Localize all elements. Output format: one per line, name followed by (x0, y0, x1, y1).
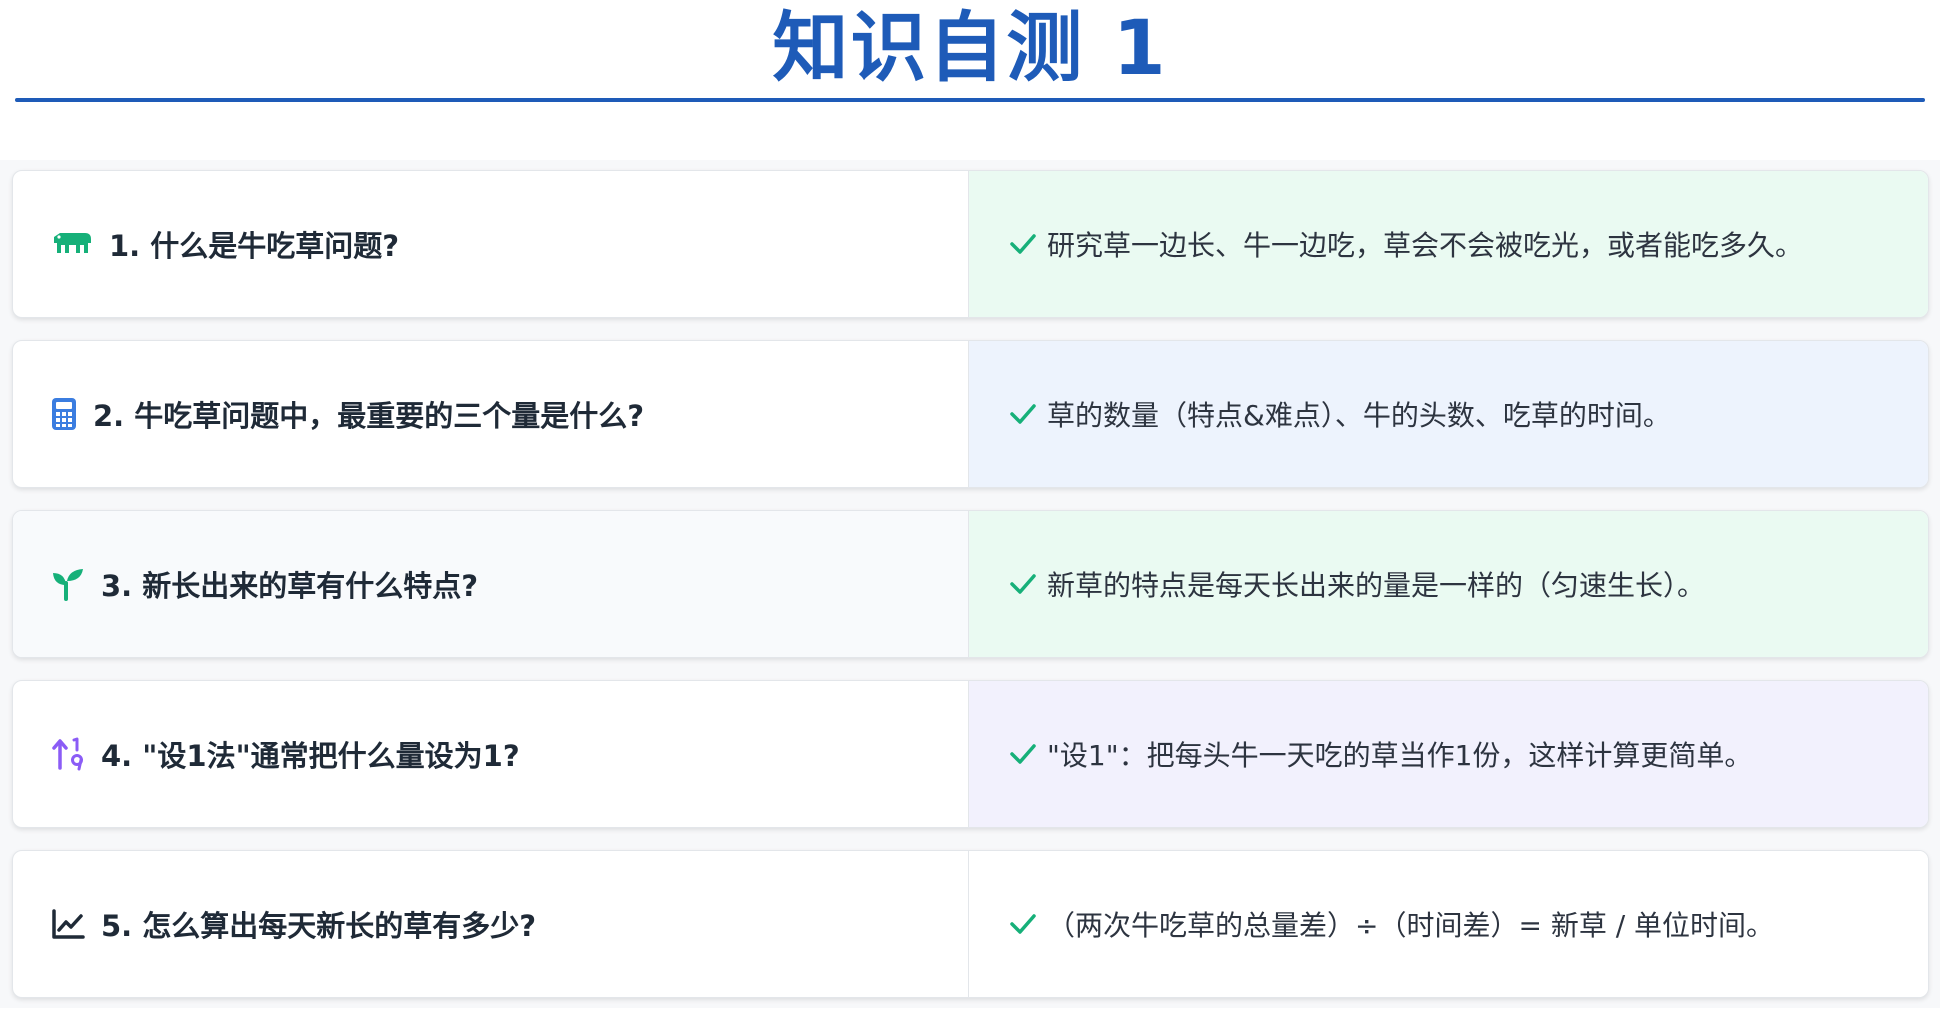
answer-cell: 草的数量（特点&难点）、牛的头数、吃草的时间。 (969, 341, 1928, 487)
question-cell: 5. 怎么算出每天新长的草有多少? (13, 851, 969, 997)
check-icon (1009, 402, 1037, 426)
question-cell: 4. "设1法"通常把什么量设为1? (13, 681, 969, 827)
question-text: 3. 新长出来的草有什么特点? (101, 569, 479, 603)
calculator-icon (51, 397, 77, 431)
question-cell: 3. 新长出来的草有什么特点? (13, 511, 969, 657)
title-divider (15, 98, 1925, 102)
answer-text: 草的数量（特点&难点）、牛的头数、吃草的时间。 (1047, 399, 1671, 432)
answer-cell: 研究草一边长、牛一边吃，草会不会被吃光，或者能吃多久。 (969, 171, 1928, 317)
question-text: 4. "设1法"通常把什么量设为1? (101, 739, 520, 773)
seedling-icon (51, 567, 85, 601)
question-cell: 2. 牛吃草问题中，最重要的三个量是什么? (13, 341, 969, 487)
answer-text: "设1"：把每头牛一天吃的草当作1份，这样计算更简单。 (1047, 739, 1753, 772)
page: 知识自测 1 1. 什么是牛吃草问题? 研究草一边长、牛一边吃，草会不会被吃光，… (0, 0, 1940, 1026)
check-icon (1009, 912, 1037, 936)
answer-cell: 新草的特点是每天长出来的量是一样的（匀速生长）。 (969, 511, 1928, 657)
question-text: 5. 怎么算出每天新长的草有多少? (101, 909, 537, 943)
check-icon (1009, 742, 1037, 766)
question-text: 1. 什么是牛吃草问题? (109, 229, 400, 263)
sort-numeric-icon (51, 737, 85, 771)
quiz-card: 2. 牛吃草问题中，最重要的三个量是什么? 草的数量（特点&难点）、牛的头数、吃… (12, 340, 1929, 488)
page-title: 知识自测 1 (772, 3, 1168, 92)
check-icon (1009, 232, 1037, 256)
answer-text: 研究草一边长、牛一边吃，草会不会被吃光，或者能吃多久。 (1047, 229, 1804, 262)
check-icon (1009, 572, 1037, 596)
answer-cell: "设1"：把每头牛一天吃的草当作1份，这样计算更简单。 (969, 681, 1928, 827)
line-chart-icon (51, 908, 85, 940)
cow-icon (51, 229, 93, 259)
quiz-card-list: 1. 什么是牛吃草问题? 研究草一边长、牛一边吃，草会不会被吃光，或者能吃多久。 (0, 160, 1940, 1008)
answer-cell: （两次牛吃草的总量差）÷（时间差）= 新草 / 单位时间。 (969, 851, 1928, 997)
answer-text: 新草的特点是每天长出来的量是一样的（匀速生长）。 (1047, 569, 1706, 602)
answer-text: （两次牛吃草的总量差）÷（时间差）= 新草 / 单位时间。 (1047, 909, 1775, 942)
question-cell: 1. 什么是牛吃草问题? (13, 171, 969, 317)
quiz-card: 4. "设1法"通常把什么量设为1? "设1"：把每头牛一天吃的草当作1份，这样… (12, 680, 1929, 828)
quiz-card: 5. 怎么算出每天新长的草有多少? （两次牛吃草的总量差）÷（时间差）= 新草 … (12, 850, 1929, 998)
quiz-card: 3. 新长出来的草有什么特点? 新草的特点是每天长出来的量是一样的（匀速生长）。 (12, 510, 1929, 658)
quiz-card: 1. 什么是牛吃草问题? 研究草一边长、牛一边吃，草会不会被吃光，或者能吃多久。 (12, 170, 1929, 318)
question-text: 2. 牛吃草问题中，最重要的三个量是什么? (93, 399, 645, 433)
